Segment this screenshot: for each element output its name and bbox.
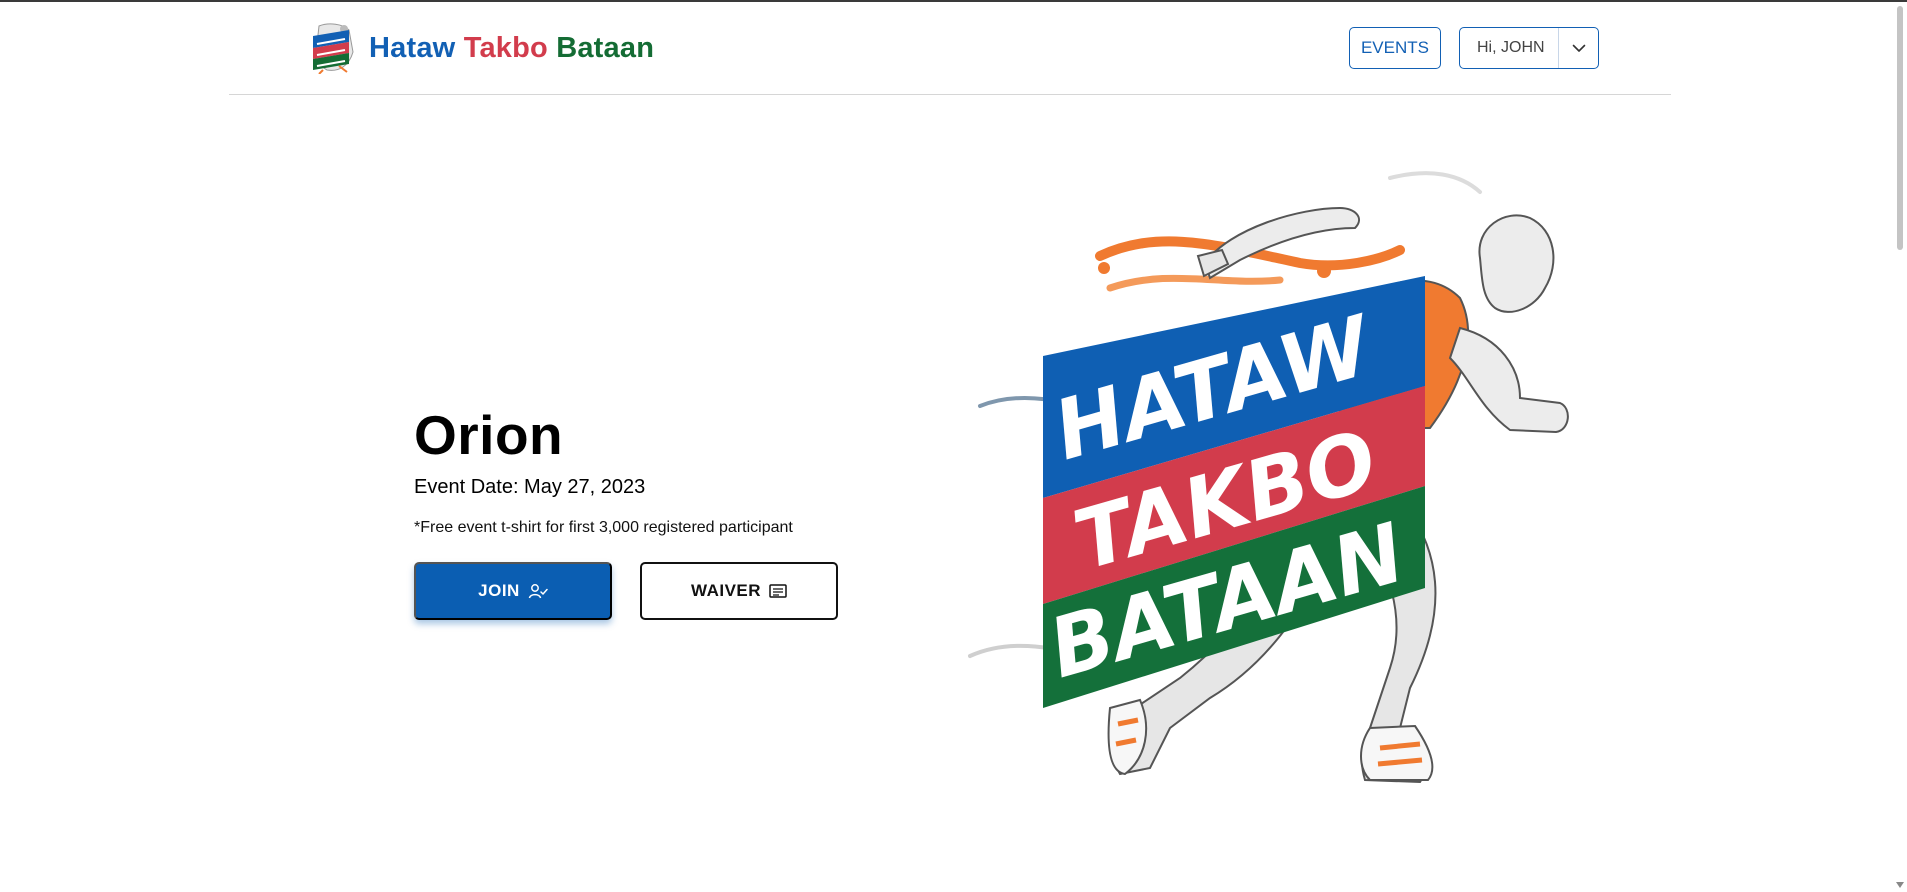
orange-swoosh-2 xyxy=(1106,274,1284,292)
hataw-takbo-bataan-hero-illustration: HATAW TAKBO BATAAN xyxy=(968,171,1569,784)
user-menu-dropdown[interactable]: Hi, JOHN xyxy=(1459,27,1599,69)
user-greeting[interactable]: Hi, JOHN xyxy=(1460,28,1558,68)
orange-dot-2 xyxy=(1317,264,1331,278)
join-button[interactable]: JOIN xyxy=(414,562,612,620)
brand-name: Hataw Takbo Bataan xyxy=(369,32,654,65)
runner-arm-front xyxy=(1448,326,1569,434)
event-date: Event Date: May 27, 2023 xyxy=(414,476,646,498)
waiver-button[interactable]: WAIVER xyxy=(640,562,838,620)
brand-word-takbo: Takbo xyxy=(463,31,548,64)
user-check-icon xyxy=(528,583,548,599)
brand-logo-icon xyxy=(313,23,354,74)
event-note: *Free event t-shirt for first 3,000 regi… xyxy=(414,519,793,536)
document-icon xyxy=(769,584,787,598)
brand-word-bataan: Bataan xyxy=(556,31,655,64)
gray-swoosh-3 xyxy=(1388,171,1482,194)
event-actions: JOIN WAIVER xyxy=(414,562,838,620)
event-info: Orion Event Date: May 27, 2023 *Free eve… xyxy=(414,402,874,538)
chevron-down-icon xyxy=(1572,44,1585,52)
scrollbar-thumb[interactable] xyxy=(1897,6,1903,250)
main-nav: EVENTS Hi, JOHN xyxy=(1348,27,1599,69)
waiver-button-label: WAIVER xyxy=(690,581,762,600)
scroll-down-arrow-icon[interactable] xyxy=(1896,882,1904,888)
top-navbar: Hataw Takbo Bataan EVENTS Hi, JOHN xyxy=(229,2,1671,95)
join-button-label: JOIN xyxy=(478,581,520,600)
user-menu-toggle[interactable] xyxy=(1558,28,1598,68)
brand-word-hataw: Hataw xyxy=(369,31,456,64)
runner-hand-back xyxy=(1196,248,1230,278)
runner-shoe-front xyxy=(1360,724,1434,781)
orange-dot xyxy=(1098,262,1110,274)
brand[interactable]: Hataw Takbo Bataan xyxy=(309,22,654,74)
page-scrollbar[interactable] xyxy=(1893,2,1907,892)
runner-head xyxy=(1478,214,1555,313)
events-button[interactable]: EVENTS xyxy=(1348,27,1441,69)
event-title: Orion xyxy=(414,404,564,466)
